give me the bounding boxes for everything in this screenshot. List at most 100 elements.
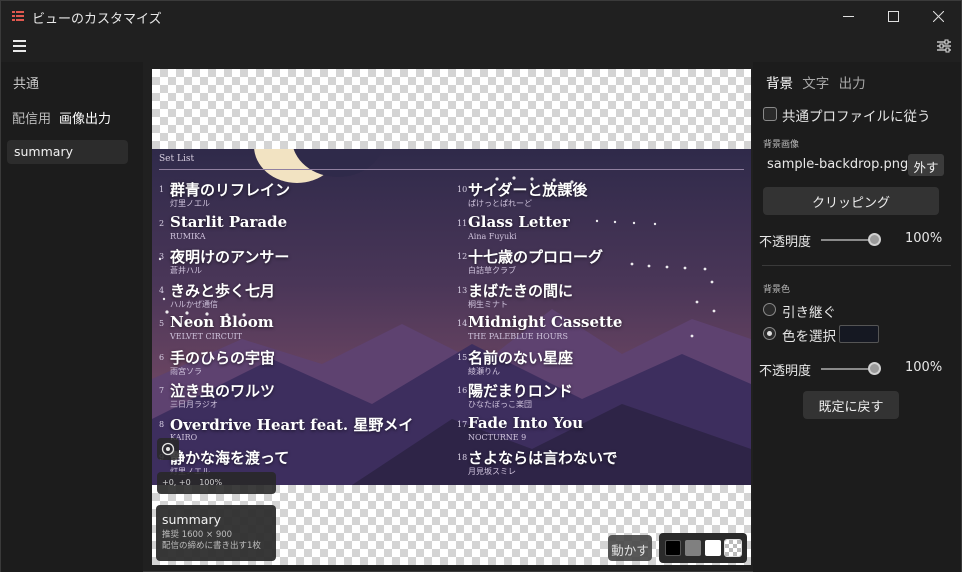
song-artist: Aina Fuyuki [468,231,517,241]
song-artist: 綾瀬りん [468,366,500,376]
image-opacity-slider[interactable] [821,233,881,246]
song-title: 手のひらの宇宙 [170,348,276,367]
song-title: サイダーと放課後 [468,181,588,199]
slider-thumb[interactable] [868,233,881,246]
list-item-summary[interactable]: summary [7,140,128,164]
song-artist: ぱけっとぱれーど [468,199,532,208]
song-number: 15 [457,352,468,362]
remove-image-button[interactable]: 外す [908,154,944,176]
target-button[interactable] [157,438,179,460]
song-title: きみと歩く七月 [170,281,276,300]
song-artist: 月見坂スミレ [468,467,516,476]
clipping-button[interactable]: クリッピング [763,187,939,215]
tab-background[interactable]: 背景 [766,76,793,92]
inherit-label: 引き継ぐ [782,305,836,321]
song-number: 17 [457,419,468,429]
song-number: 1 [159,185,165,194]
tab-text[interactable]: 文字 [802,76,829,92]
color-opacity-label: 不透明度 [759,364,812,379]
choose-color-label: 色を選択 [782,329,836,345]
song-title: Starlit Parade [170,212,288,231]
song-number: 4 [159,285,165,295]
song-title: 群青のリフレイン [170,181,291,199]
window-title: ビューのカスタマイズ [32,12,162,27]
tab-output[interactable]: 出力 [839,76,866,92]
bg-color-heading: 背景色 [763,285,791,295]
close-icon [932,11,944,22]
song-number: 8 [159,419,165,429]
swatch-checker[interactable] [724,539,742,557]
color-picker-swatch[interactable] [839,325,879,343]
song-artist: 蒼井ハル [170,266,202,275]
song-title: 十七歳のプロローグ [468,248,604,266]
reset-defaults-button[interactable]: 既定に戻す [803,391,899,419]
bg-image-heading: 背景画像 [763,140,800,150]
song-title: Midnight Cassette [468,313,623,331]
menu-icon[interactable] [13,40,26,52]
minimize-icon [842,16,854,17]
common-section[interactable]: 共通 [13,73,39,92]
tab-image-output[interactable]: 画像出力 [59,108,111,127]
swatch-gray[interactable] [685,540,701,556]
song-title: 静かな海を渡って [170,449,290,467]
song-number: 5 [159,319,165,328]
color-opacity-slider[interactable] [821,362,881,375]
toolbar [1,32,961,62]
app-icon [12,11,24,21]
song-title: まばたきの間に [468,281,574,300]
setlist-divider [159,169,744,170]
song-number: 11 [457,218,468,228]
song-number: 10 [457,185,468,194]
tab-streaming[interactable]: 配信用 [12,108,51,127]
profile-note: 配信の締めに書き出す1枚 [162,541,261,551]
property-tabs: 背景 文字 出力 [766,72,871,92]
song-artist: 三日月ラジオ [170,400,218,409]
preview-canvas[interactable]: Set List 1 群青のリフレイン 灯里ノエル 2 Starlit Parade RU… [152,69,751,565]
follow-common-label: 共通プロファイルに従う [782,109,931,125]
song-artist: NOCTURNE 9 [468,432,527,442]
song-title: 夜明けのアンサー [170,248,290,266]
song-number: 13 [457,285,468,295]
recommended-size: 推奨 1600 × 900 [162,530,233,540]
swatch-black[interactable] [665,540,681,556]
section-divider [762,265,951,266]
song-number: 3 [159,252,165,261]
maximize-button[interactable] [870,1,916,32]
song-artist: 白詰草クラブ [468,266,516,275]
follow-common-checkbox[interactable] [763,107,777,121]
minimize-button[interactable] [825,1,871,32]
app-window: ビューのカスタマイズ 共通 配信用 画像出力 summary Set List … [0,0,962,572]
swatch-white[interactable] [705,540,721,556]
title-bar: ビューのカスタマイズ [1,1,961,32]
color-opacity-value: 100% [905,360,943,375]
sliders-icon[interactable] [936,38,952,54]
song-artist: VELVET CIRCUIT [170,332,243,341]
song-artist: RUMIKA [170,231,206,241]
song-title: Neon Bloom [170,313,274,331]
image-opacity-label: 不透明度 [759,235,812,250]
bg-image-filename: sample-backdrop.png [767,157,909,172]
song-title: 陽だまりロンド [468,382,573,400]
song-number: 7 [159,386,165,395]
song-title: さよならは言わないで [468,449,618,467]
close-button[interactable] [915,1,961,32]
song-artist: 灯里ノエル [170,199,210,208]
song-number: 16 [457,386,468,395]
left-pane: 共通 配信用 画像出力 summary [1,62,143,572]
song-artist: THE PALEBLUE HOURS [468,332,568,341]
maximize-icon [887,11,899,22]
song-title: Glass Letter [468,212,570,231]
slider-thumb[interactable] [868,362,881,375]
image-opacity-value: 100% [905,231,943,246]
move-button[interactable]: 動かす [608,535,652,561]
song-number: 14 [457,319,468,328]
offset-zoom-readout: +0, +0 100% [157,472,276,494]
choose-color-radio[interactable] [763,327,776,340]
song-number: 12 [457,252,468,261]
song-title: Fade Into You [468,413,584,432]
song-number: 18 [457,453,468,462]
inherit-radio[interactable] [763,303,776,316]
song-title: 泣き虫のワルツ [170,382,276,400]
song-number: 6 [159,352,165,362]
profile-info-card: summary 推奨 1600 × 900 配信の締めに書き出す1枚 [156,505,276,561]
